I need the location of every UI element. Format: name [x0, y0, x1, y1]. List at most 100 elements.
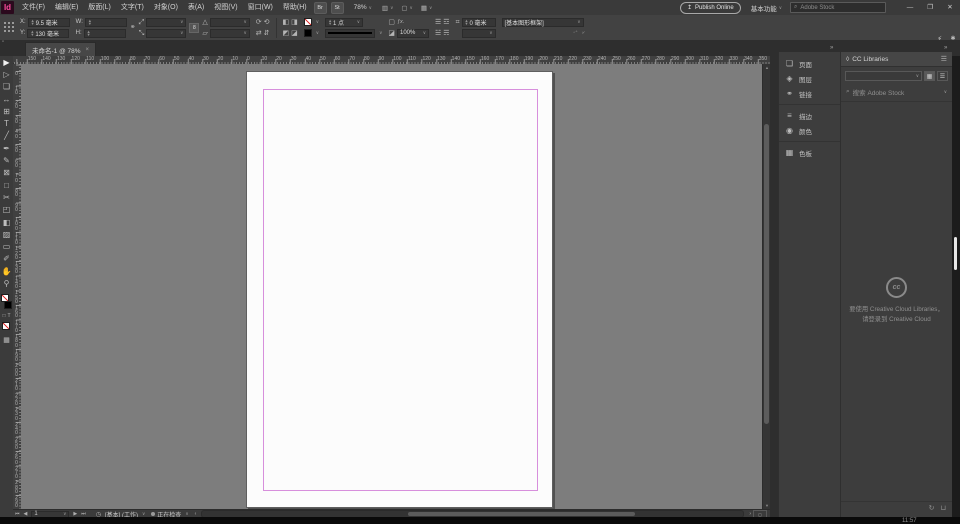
scale-y-input[interactable]: ∨ — [146, 28, 187, 38]
content-collector-tool[interactable]: ⊞ — [0, 105, 13, 117]
library-search-input[interactable]: ⌕ 搜索 Adobe Stock ∨ — [841, 83, 952, 102]
screen-mode-dropdown[interactable]: ▢ ∨ — [401, 4, 412, 12]
formatting-text-button[interactable]: T — [7, 313, 10, 319]
effects-icon[interactable]: ▢ — [388, 18, 395, 27]
fill-color-swatch[interactable] — [303, 18, 312, 26]
reference-point-proxy[interactable] — [4, 22, 15, 33]
view-options-dropdown[interactable]: ▥ ∨ — [382, 4, 393, 12]
type-tool[interactable]: T — [0, 117, 13, 129]
menu-item-3[interactable]: 文字(T) — [116, 0, 149, 15]
menu-item-5[interactable]: 表(A) — [183, 0, 209, 15]
restore-button[interactable]: ❐ — [920, 0, 940, 15]
bridge-icon[interactable]: Br — [313, 1, 327, 14]
corner-shape-select[interactable]: ∨ — [461, 28, 496, 38]
height-input[interactable]: ▲ ▼ — [83, 28, 126, 38]
constrain-proportions-icon[interactable]: ⚭ — [130, 23, 136, 32]
collapsed-panel-handle[interactable] — [954, 237, 957, 270]
selection-tool[interactable]: ▶ — [0, 56, 13, 68]
close-icon[interactable]: × — [86, 47, 90, 53]
fit-frame-button[interactable]: ◪ — [291, 29, 298, 38]
wrap-bounding-button[interactable]: ☲ — [443, 18, 449, 27]
publish-online-button[interactable]: ↥ Publish Online — [679, 1, 741, 14]
dock-item-links[interactable]: ⚭ 链接 — [779, 86, 840, 101]
rectangle-tool[interactable]: □ — [0, 179, 13, 191]
trash-icon[interactable]: ⊔ — [941, 504, 946, 512]
list-view-button[interactable]: ☰ — [937, 71, 948, 81]
zoom-level-select[interactable]: 78% ∨ — [354, 4, 372, 11]
line-tool[interactable]: ╱ — [0, 130, 13, 142]
wrap-none-button[interactable]: ☰ — [435, 18, 441, 27]
free-transform-tool[interactable]: ◰ — [0, 204, 13, 216]
sync-icon[interactable]: ↻ — [929, 504, 935, 512]
toolbar-collapse-handle[interactable]: '' — [2, 41, 4, 47]
vertical-ruler[interactable]: 01 02 03 04 05 06 07 08 09 01 0 01 1 01 … — [13, 64, 21, 509]
page-tool[interactable]: ❏ — [0, 81, 13, 93]
stroke-style-select[interactable] — [325, 28, 376, 38]
shear-angle-input[interactable]: ∨ — [209, 28, 250, 38]
x-position-input[interactable]: ▲ ▼ 9.5 毫米 — [27, 17, 70, 27]
width-input[interactable]: ▲ ▼ — [84, 17, 127, 27]
dock-item-stroke[interactable]: ≡ 描边 — [779, 108, 840, 123]
gap-tool[interactable]: ↔ — [0, 93, 13, 105]
flip-vertical-button[interactable]: ⇵ — [264, 29, 270, 38]
panel-collapse-icon[interactable]: » — [944, 45, 947, 51]
stock-icon[interactable]: St — [330, 1, 344, 14]
dock-item-color[interactable]: ◉ 颜色 — [779, 123, 840, 138]
vertical-scrollbar-thumb[interactable] — [764, 124, 769, 424]
quick-apply-icon[interactable]: ▫⁺ — [573, 30, 577, 36]
rotate-cw-button[interactable]: ⟳ — [256, 18, 262, 27]
menu-item-4[interactable]: 对象(O) — [149, 0, 183, 15]
vertical-scrollbar[interactable]: ▲ ▼ — [762, 64, 770, 509]
fill-frame-button[interactable]: ◨ — [291, 18, 298, 27]
document-tab[interactable]: 未命名-1 @ 78% × — [25, 42, 97, 57]
apply-none-button[interactable] — [0, 320, 13, 333]
scale-link-badge[interactable]: 8 — [189, 22, 200, 33]
horizontal-scrollbar-thumb[interactable] — [407, 511, 636, 516]
minimize-button[interactable]: — — [900, 0, 920, 15]
menu-item-7[interactable]: 窗口(W) — [243, 0, 278, 15]
rotation-angle-input[interactable]: ∨ — [209, 17, 250, 27]
arrange-documents-dropdown[interactable]: ▦ ∨ — [421, 4, 432, 12]
hand-tool[interactable]: ✋ — [0, 265, 13, 277]
menu-item-2[interactable]: 版面(L) — [83, 0, 116, 15]
flip-horizontal-button[interactable]: ⇄ — [256, 29, 262, 38]
screen-mode-button[interactable]: ▦ — [0, 336, 13, 344]
color-theme-tool[interactable]: ✐ — [0, 253, 13, 265]
menu-item-0[interactable]: 文件(F) — [17, 0, 50, 15]
note-tool[interactable]: ▭ — [0, 240, 13, 252]
grid-view-button[interactable]: ▦ — [924, 71, 935, 81]
panel-menu-icon[interactable]: ☰ — [941, 55, 952, 63]
stroke-swatch[interactable] — [4, 300, 12, 309]
horizontal-ruler[interactable]: 150 140 130 120 110 100 90 80 70 60 50 40 30 20 10 0 10 2… — [14, 56, 770, 64]
wrap-object-button[interactable]: ☱ — [435, 29, 441, 38]
corner-radius-input[interactable]: ▲ ▼ 0 毫米 — [461, 17, 496, 27]
fx-button[interactable]: ƒx. — [397, 18, 404, 27]
menu-item-6[interactable]: 视图(V) — [209, 0, 242, 15]
rotate-ccw-button[interactable]: ⟲ — [264, 18, 270, 27]
dock-item-layers[interactable]: ◈ 图层 — [779, 71, 840, 86]
fit-content-button[interactable]: ◧ — [283, 18, 290, 27]
wrap-jump-button[interactable]: ☴ — [443, 29, 449, 38]
dock-collapse-icon[interactable]: » — [830, 45, 833, 51]
opacity-input[interactable]: 100% ∨ — [397, 28, 429, 38]
object-style-select[interactable]: [基本图形框架] ∨ — [501, 17, 584, 27]
clear-overrides-icon[interactable]: ▫̷ — [582, 30, 584, 36]
zoom-tool[interactable]: ⚲ — [0, 277, 13, 289]
toolbar-fill-stroke[interactable] — [0, 293, 13, 312]
stroke-color-swatch[interactable] — [303, 29, 312, 37]
stroke-weight-input[interactable]: ▲ ▼1 点 ∨ — [325, 17, 364, 27]
dock-item-swatches[interactable]: ▦ 色板 — [779, 145, 840, 160]
menu-item-8[interactable]: 帮助(H) — [278, 0, 312, 15]
y-position-input[interactable]: ▲ ▼ 130 毫米 — [27, 28, 70, 38]
center-content-button[interactable]: ◩ — [283, 29, 290, 38]
document-page[interactable] — [246, 71, 553, 508]
pasteboard[interactable] — [21, 64, 762, 509]
gradient-swatch-tool[interactable]: ◧ — [0, 216, 13, 228]
direct-selection-tool[interactable]: ▷ — [0, 68, 13, 80]
scissors-tool[interactable]: ✂ — [0, 191, 13, 203]
pencil-tool[interactable]: ✎ — [0, 154, 13, 166]
formatting-container-button[interactable]: □ — [2, 313, 5, 319]
close-button[interactable]: ✕ — [940, 0, 960, 15]
scale-x-input[interactable]: ∨ — [146, 17, 187, 27]
pen-tool[interactable]: ✒ — [0, 142, 13, 154]
